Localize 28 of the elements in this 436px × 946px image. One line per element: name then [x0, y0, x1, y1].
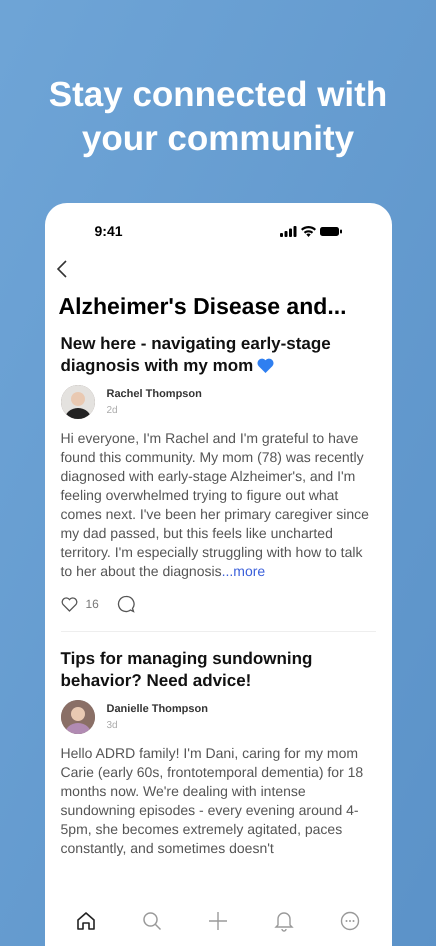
plus-icon: [206, 910, 229, 932]
page-title: Alzheimer's Disease and...: [58, 292, 348, 321]
heart-icon: [60, 596, 78, 612]
chat-icon: [339, 910, 362, 932]
post-title: Tips for managing sundowning behavior? Need advice!: [60, 648, 314, 692]
post-body: Hi everyone, I'm Rachel and I'm grateful to have found this community. My mom (78) was recently diagnosed with early-stage Alzheimer's, and I'm feeling overwhelmed trying to figure out what comes next. I've been her primary caregiver since my dad passed, but this feels like uncharted territory. I'm especially struggling with how to talk to her about the diagnosis...more: [60, 429, 370, 581]
bell-icon: [273, 910, 296, 932]
home-icon: [74, 910, 97, 932]
back-icon: [56, 260, 66, 278]
signal-icon: [280, 226, 296, 236]
avatar: [60, 700, 94, 734]
author-name: Rachel Thompson: [106, 387, 202, 402]
status-time: 9:41: [94, 222, 123, 240]
avatar: [60, 385, 94, 419]
wifi-icon: [300, 226, 316, 236]
battery-icon: [320, 226, 342, 236]
more-link[interactable]: ...more: [222, 563, 266, 579]
post-age: 3d: [106, 718, 119, 733]
headline: Stay connected with your community: [48, 74, 388, 160]
post-age: 2d: [106, 404, 119, 418]
post-title: New here - navigating early-stage diagnosis with my mom: [60, 333, 332, 377]
heart-icon: [257, 358, 274, 373]
comment-icon: [116, 595, 135, 613]
like-button[interactable]: 16: [60, 595, 99, 613]
search-icon: [140, 910, 163, 932]
comment-button[interactable]: [116, 595, 135, 613]
author-name: Danielle Thompson: [106, 702, 208, 718]
post-body: Hello ADRD family! I'm Dani, caring for my mom Carie (early 60s, frontotemporal dementia) for 18 months now. We're dealing with intense sundowning episodes - every evening around 4-5pm, she becomes extremely agitated, paces constantly, and sometimes doesn't: [60, 744, 364, 858]
